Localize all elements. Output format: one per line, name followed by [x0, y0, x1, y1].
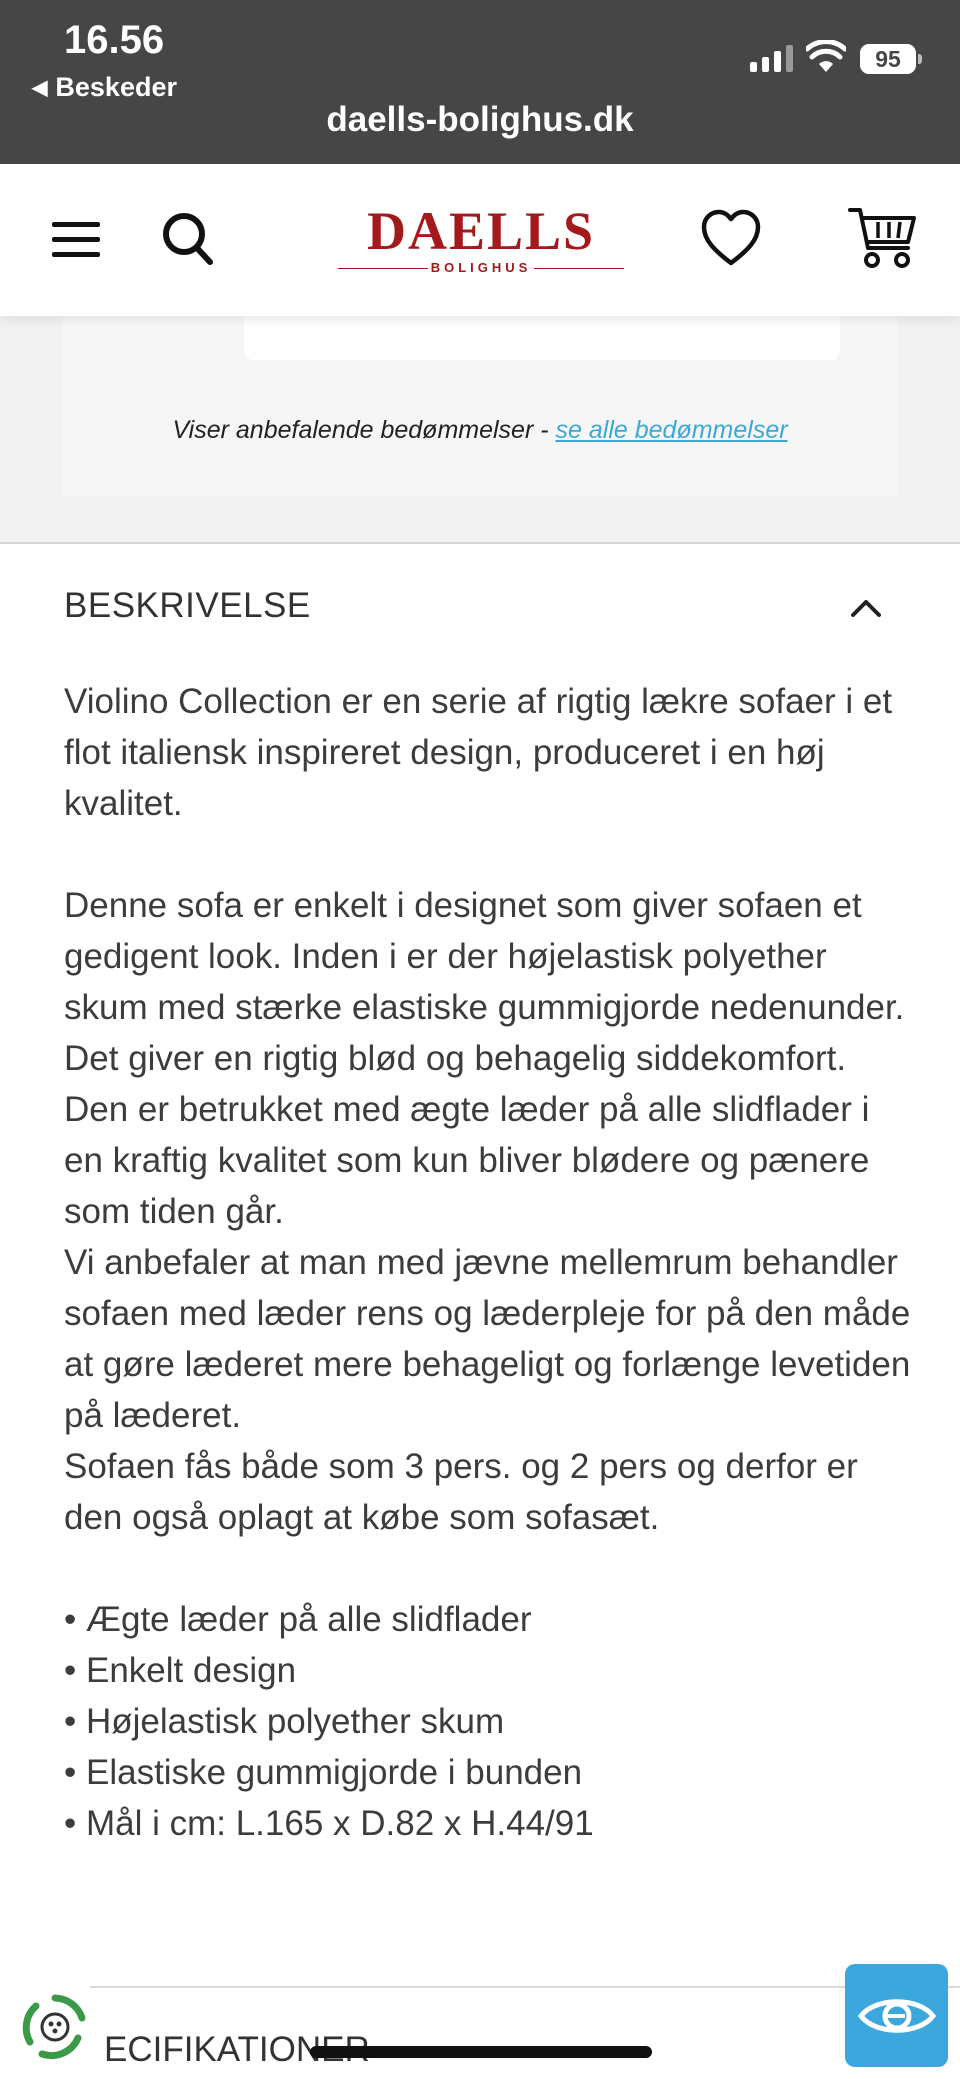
reviews-note: Viser anbefalende bedømmelser - se alle …	[172, 416, 788, 444]
reviews-container	[62, 316, 898, 496]
status-time: 16.56	[64, 18, 165, 62]
url-bar[interactable]: daells-bolighus.dk	[0, 100, 960, 140]
description-intro: Violino Collection er en serie af rigtig…	[64, 682, 893, 823]
chevron-up-icon[interactable]	[850, 598, 882, 618]
reviews-section: Viser anbefalende bedømmelser - se alle …	[0, 316, 960, 544]
list-item: • Enkelt design	[64, 1651, 297, 1690]
list-item: • Ægte læder på alle slidflader	[64, 1600, 532, 1639]
wifi-icon	[806, 40, 846, 72]
cart-icon[interactable]	[848, 204, 918, 274]
section-divider	[90, 1986, 960, 1988]
back-to-messages[interactable]: ◀ Beskeder	[32, 72, 177, 103]
heart-icon[interactable]	[700, 208, 762, 268]
list-item: • Højelastisk polyether skum	[64, 1702, 505, 1741]
see-all-reviews-link[interactable]: se alle bedømmelser	[556, 416, 788, 444]
eye-icon	[857, 1998, 936, 2033]
description-paragraph-2: Vi anbefaler at man med jævne mellemrum …	[64, 1243, 911, 1435]
description-body: Violino Collection er en serie af rigtig…	[64, 676, 914, 1849]
review-card	[244, 316, 840, 360]
back-arrow-icon: ◀	[32, 77, 48, 99]
site-logo[interactable]: DAELLS BOLIGHUS	[338, 204, 624, 276]
cellular-signal-icon	[750, 44, 793, 72]
status-bar: 16.56 ◀ Beskeder daells-bolighus.dk 95	[0, 0, 960, 164]
search-icon[interactable]	[160, 210, 216, 268]
logo-subtitle: BOLIGHUS	[338, 260, 624, 275]
menu-icon[interactable]	[52, 222, 100, 258]
feature-list: • Ægte læder på alle slidflader • Enkelt…	[64, 1594, 914, 1849]
list-item: • Mål i cm: L.165 x D.82 x H.44/91	[64, 1804, 594, 1843]
accessibility-button[interactable]	[845, 1964, 948, 2067]
list-item: • Elastiske gummigjorde i bunden	[64, 1753, 583, 1792]
back-label: Beskeder	[55, 72, 177, 102]
site-header: DAELLS BOLIGHUS	[0, 164, 960, 316]
battery-icon: 95	[860, 44, 922, 74]
description-paragraph-1: Denne sofa er enkelt i designet som give…	[64, 886, 905, 1231]
logo-wordmark: DAELLS	[366, 201, 596, 261]
home-indicator[interactable]	[310, 2046, 652, 2058]
description-paragraph-3: Sofaen fås både som 3 pers. og 2 pers og…	[64, 1447, 858, 1537]
recycle-icon[interactable]	[18, 1990, 92, 2064]
description-heading[interactable]: BESKRIVELSE	[64, 586, 311, 626]
